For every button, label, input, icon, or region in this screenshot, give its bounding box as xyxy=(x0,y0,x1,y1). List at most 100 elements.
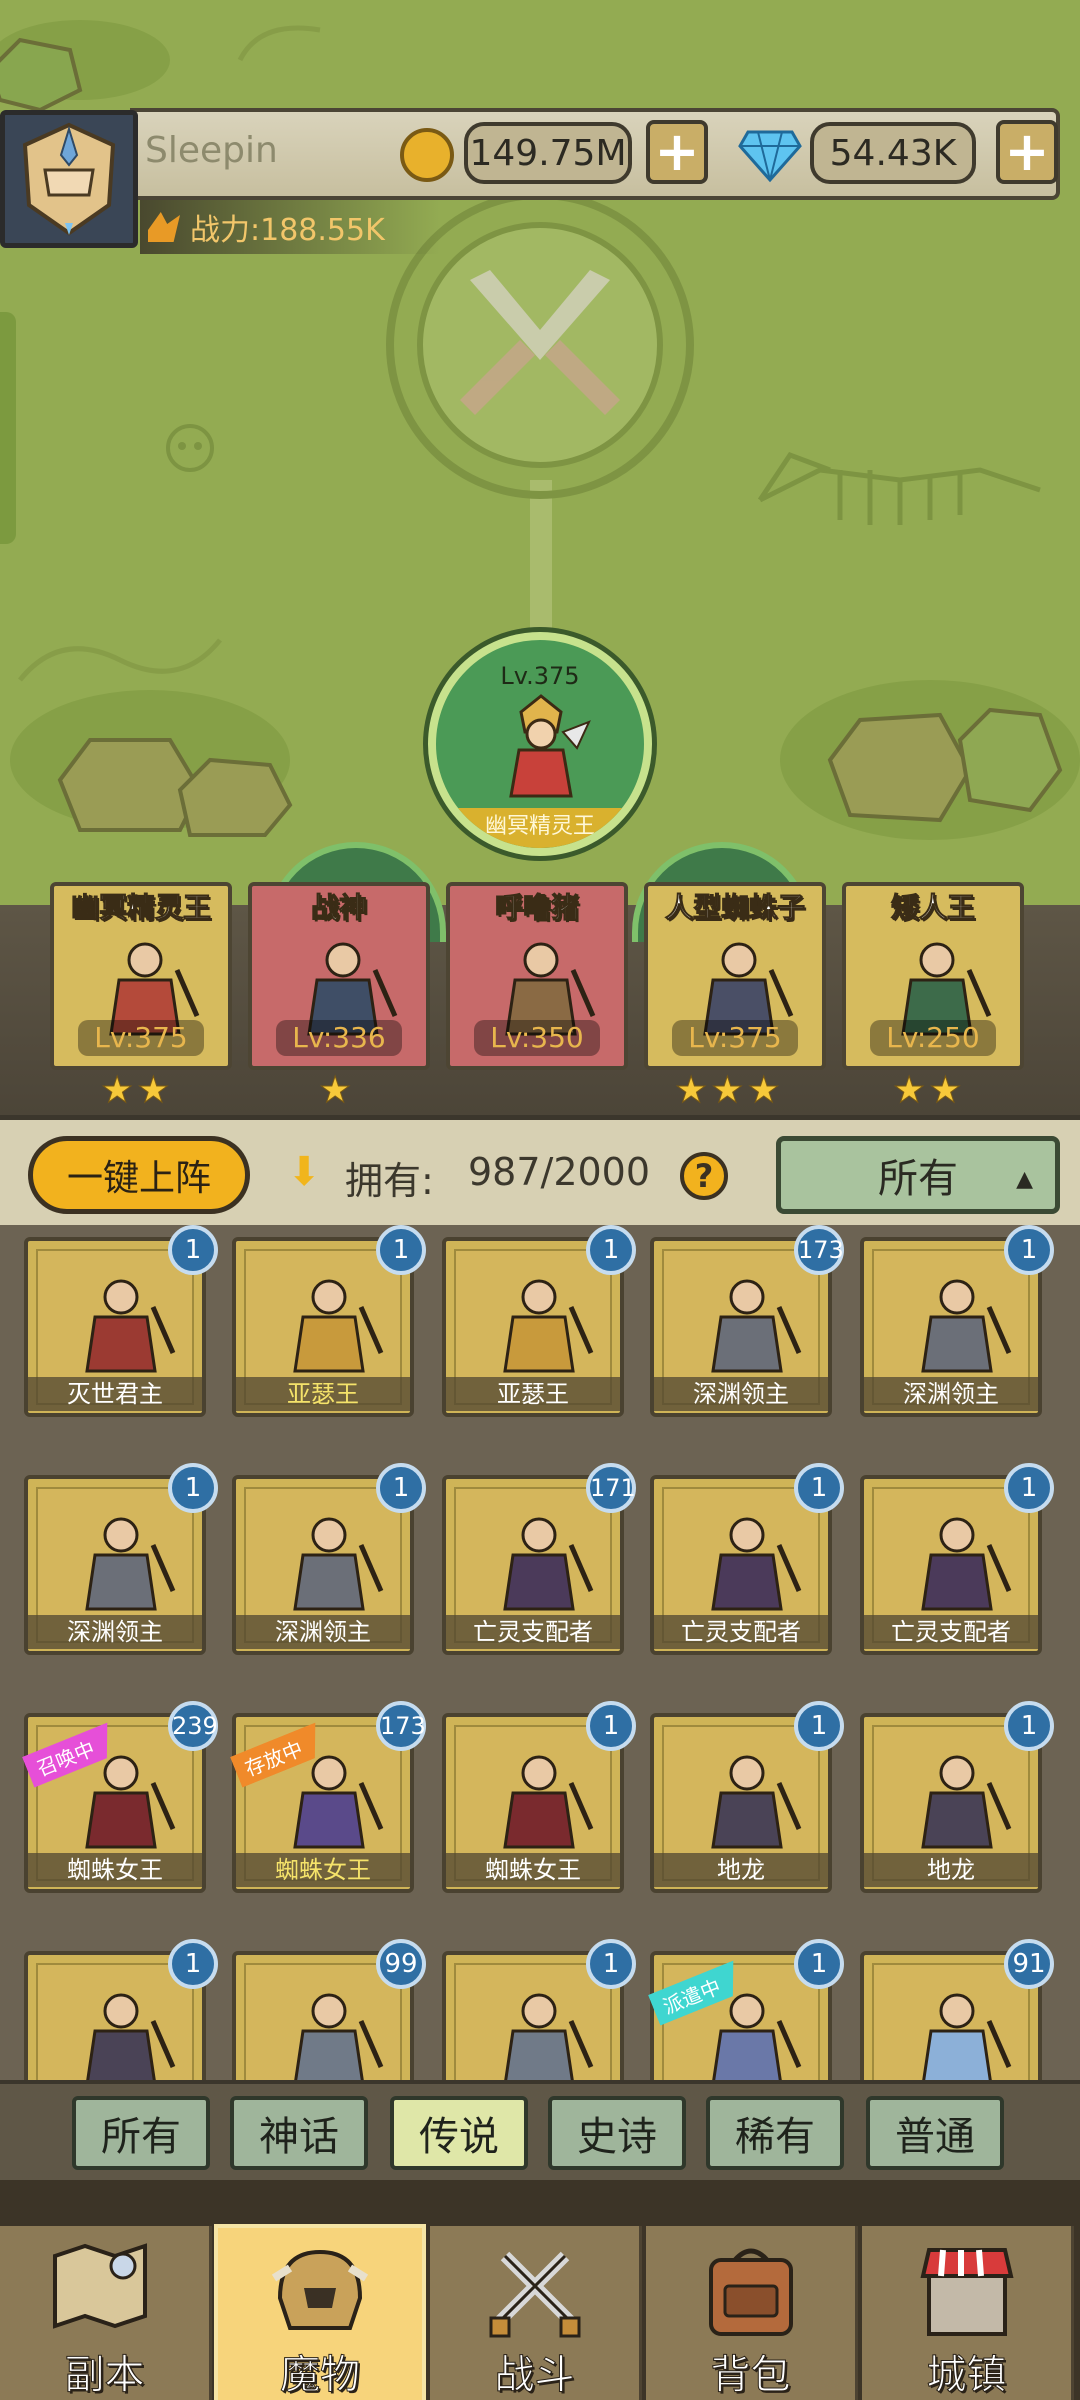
monster-portrait-icon xyxy=(293,1279,384,1373)
monster-card[interactable]: 亡灵支配者 171 xyxy=(442,1463,636,1655)
monster-card-frame xyxy=(36,1963,194,2080)
gold-coin-icon xyxy=(400,128,454,182)
lineup-card[interactable]: 呼噜猪 Lv:350 xyxy=(446,882,628,1070)
help-button[interactable]: ? xyxy=(680,1152,728,1200)
diamond-icon xyxy=(738,126,802,188)
monster-card[interactable]: 深渊领主 1 xyxy=(24,1463,218,1655)
rarity-tab[interactable]: 史诗 xyxy=(548,2096,686,2170)
nav-tab[interactable]: 城镇 xyxy=(862,2226,1074,2400)
rarity-tab[interactable]: 普通 xyxy=(866,2096,1004,2170)
monster-count-badge: 1 xyxy=(1004,1225,1054,1275)
monster-card[interactable]: 91 xyxy=(860,1939,1054,2080)
monster-card[interactable]: 深渊领主 1 xyxy=(232,1463,426,1655)
lineup-hero-level: Lv:350 xyxy=(474,1020,600,1056)
center-hero[interactable]: Lv.375 幽冥精灵王 xyxy=(428,632,652,856)
monster-card[interactable]: 1 xyxy=(442,1939,636,2080)
monster-count-badge: 1 xyxy=(794,1463,844,1513)
caret-up-icon: ▲ xyxy=(1016,1167,1033,1192)
combat-power-value: 战力:188.55K xyxy=(190,213,385,248)
shop-icon xyxy=(919,2248,1014,2336)
nav-tab[interactable]: 魔物 xyxy=(214,2224,426,2400)
monster-card[interactable]: 1 xyxy=(24,1939,218,2080)
rarity-tab[interactable]: 稀有 xyxy=(706,2096,844,2170)
nav-label: 副本 xyxy=(64,2352,145,2399)
monster-card[interactable]: 1 派遣中 xyxy=(650,1939,844,2080)
map-icon xyxy=(52,2243,147,2329)
lineup-hero-name: 战神 xyxy=(310,891,367,925)
monster-portrait-icon xyxy=(294,1993,384,2080)
monster-portrait-icon xyxy=(503,1517,594,1611)
monster-card[interactable]: 亚瑟王 1 xyxy=(442,1225,636,1417)
add-gems-button[interactable]: + xyxy=(996,120,1058,184)
combat-power: 战力:188.55K xyxy=(140,200,440,254)
monster-name: 亚瑟王 xyxy=(446,1377,620,1411)
monster-name: 亡灵支配者 xyxy=(446,1615,620,1649)
monster-name: 亚瑟王 xyxy=(236,1377,410,1411)
monster-count-badge: 1 xyxy=(1004,1701,1054,1751)
monster-portrait-icon xyxy=(921,1517,1012,1611)
lineup-card[interactable]: 人型蜘蛛子 Lv:375 xyxy=(644,882,826,1070)
monster-portrait-icon xyxy=(921,1755,1012,1849)
monster-name: 亡灵支配者 xyxy=(864,1615,1038,1649)
monster-name: 地龙 xyxy=(864,1853,1038,1887)
monster-portrait-icon xyxy=(503,1755,594,1849)
monster-card[interactable]: 深渊领主 173 xyxy=(650,1225,844,1417)
monster-count-badge: 1 xyxy=(586,1225,636,1275)
power-icon xyxy=(148,212,180,242)
monster-portrait-icon xyxy=(922,1993,1012,2080)
monster-name: 深渊领主 xyxy=(236,1615,410,1649)
player-avatar[interactable] xyxy=(0,110,138,248)
rarity-tab[interactable]: 所有 xyxy=(72,2096,210,2170)
monster-count-badge: 171 xyxy=(586,1463,636,1513)
monster-portrait-icon xyxy=(85,1279,176,1373)
lineup-card[interactable]: 矮人王 Lv:250 xyxy=(842,882,1024,1070)
monster-count-badge: 1 xyxy=(586,1939,636,1989)
owned-label: 拥有: xyxy=(345,1159,434,1203)
monster-portrait-icon xyxy=(86,1993,176,2080)
monster-count-badge: 1 xyxy=(168,1225,218,1275)
monster-card[interactable]: 蜘蛛女王 1 xyxy=(442,1701,636,1893)
monster-card[interactable]: 99 xyxy=(232,1939,426,2080)
nav-tab[interactable]: 背包 xyxy=(646,2226,858,2400)
player-name: Sleepin xyxy=(145,130,278,171)
monster-count-badge: 1 xyxy=(586,1701,636,1751)
lineup-hero-name: 人型蜘蛛子 xyxy=(664,891,805,925)
monster-card[interactable]: 蜘蛛女王 173 存放中 xyxy=(232,1701,426,1893)
nav-label: 魔物 xyxy=(280,2352,361,2399)
monster-count-badge: 173 xyxy=(376,1701,426,1751)
monster-card[interactable]: 亡灵支配者 1 xyxy=(860,1463,1054,1655)
monster-portrait-icon xyxy=(711,1279,802,1373)
side-drawer-handle[interactable] xyxy=(0,312,16,544)
down-arrow-icon: ⬇ xyxy=(287,1149,321,1195)
monster-count-badge: 1 xyxy=(168,1939,218,1989)
skull-icon xyxy=(166,424,214,472)
filter-dropdown[interactable]: 所有 ▲ xyxy=(776,1136,1060,1214)
crossed-swords-icon xyxy=(489,2251,580,2338)
lineup-hero-name: 矮人王 xyxy=(890,891,975,925)
monster-card[interactable]: 亚瑟王 1 xyxy=(232,1225,426,1417)
monster-card[interactable]: 深渊领主 1 xyxy=(860,1225,1054,1417)
monster-count-badge: 239 xyxy=(168,1701,218,1751)
auto-deploy-button[interactable]: 一键上阵 xyxy=(28,1136,250,1214)
lineup-hero-name: 幽冥精灵王 xyxy=(70,891,211,925)
star-rating: ★ ★ xyxy=(892,1070,962,1112)
rarity-tab[interactable]: 神话 xyxy=(230,2096,368,2170)
monster-card-frame xyxy=(872,1963,1030,2080)
monster-card[interactable]: 灭世君主 1 xyxy=(24,1225,218,1417)
nav-tab[interactable]: 副本 xyxy=(0,2226,212,2400)
rarity-tab[interactable]: 传说 xyxy=(390,2096,528,2170)
lineup-card[interactable]: 战神 Lv:336 xyxy=(248,882,430,1070)
monster-portrait-icon xyxy=(503,1279,594,1373)
monster-card-frame xyxy=(454,1963,612,2080)
nav-tab[interactable]: 战斗 xyxy=(430,2226,642,2400)
monster-count-badge: 1 xyxy=(1004,1463,1054,1513)
monster-card[interactable]: 蜘蛛女王 239 召唤中 xyxy=(24,1701,218,1893)
add-gold-button[interactable]: + xyxy=(646,120,708,184)
monster-card[interactable]: 地龙 1 xyxy=(650,1701,844,1893)
monster-card[interactable]: 地龙 1 xyxy=(860,1701,1054,1893)
monster-portrait-icon xyxy=(504,1993,594,2080)
monster-card[interactable]: 亡灵支配者 1 xyxy=(650,1463,844,1655)
lineup-card[interactable]: 幽冥精灵王 Lv:375 xyxy=(50,882,232,1070)
nav-label: 战斗 xyxy=(494,2352,575,2399)
monster-portrait-icon xyxy=(85,1517,176,1611)
